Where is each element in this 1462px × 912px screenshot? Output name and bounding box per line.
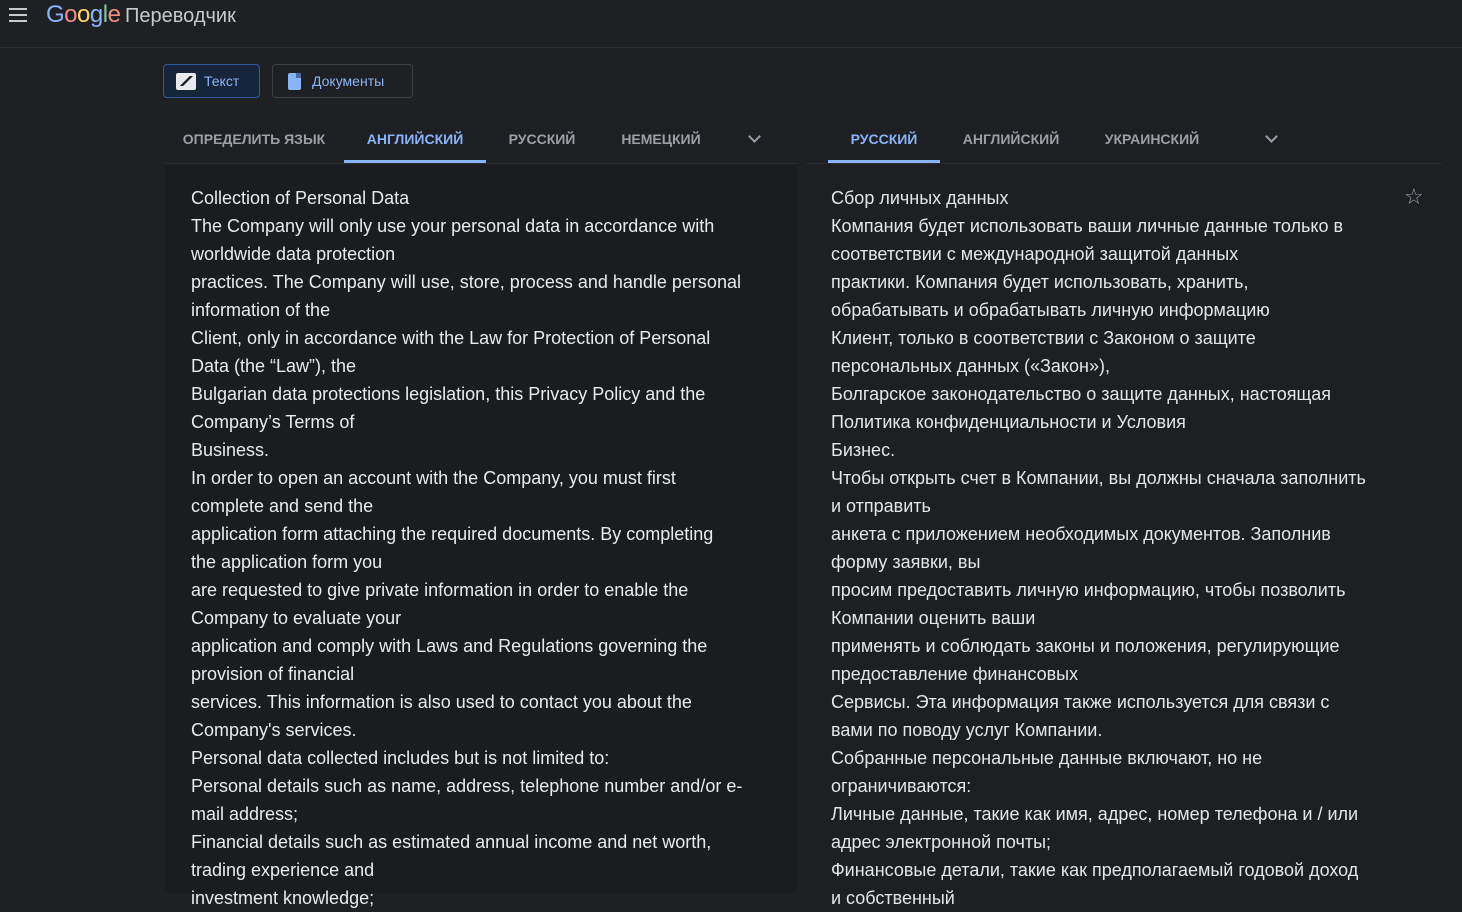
translated-text-line: Собранные персональные данные включают, …: [831, 748, 1263, 768]
source-text-line: trading experience and: [191, 860, 375, 880]
translated-text-line: Болгарское законодательство о защите дан…: [831, 384, 1332, 404]
chevron-down-icon[interactable]: [749, 132, 759, 142]
translated-text-line: Клиент, только в соответствии с Законом …: [831, 328, 1256, 348]
text-mode-button[interactable]: Текст: [163, 64, 260, 98]
document-icon: [288, 72, 301, 90]
translated-text-line: Политика конфиденциальности и Условия: [831, 412, 1186, 432]
source-text-line: investment knowledge;: [191, 888, 375, 908]
text-mode-label: Текст: [204, 73, 240, 89]
translated-text-line: Личные данные, такие как имя, адрес, ном…: [831, 804, 1359, 824]
source-text-line: provision of financial: [191, 664, 355, 684]
translated-text-line: Бизнес.: [831, 440, 896, 460]
translated-text-line: и собственный: [831, 888, 955, 908]
source-text-line: Company’s Terms of: [191, 412, 355, 432]
source-text-line: Company to evaluate your: [191, 608, 402, 628]
source-text-line: services. This information is also used …: [191, 692, 692, 712]
source-text-line: Business.: [191, 440, 270, 460]
translated-text-line: Компания будет использовать ваши личные …: [831, 216, 1344, 236]
translated-text-line: Компании оценить ваши: [831, 608, 1036, 628]
source-text-panel[interactable]: Collection of Personal Data The Company w…: [165, 164, 797, 908]
source-text-line: worldwide data protection: [191, 244, 396, 264]
translated-text-line: ограничиваются:: [831, 776, 972, 796]
source-text-line: Collection of Personal Data: [191, 188, 410, 208]
tab-target-ukrainian[interactable]: УКРАИНСКИЙ: [1082, 118, 1222, 163]
source-text-line: Company's services.: [191, 720, 357, 740]
source-text-line: In order to open an account with the Com…: [191, 468, 676, 488]
translated-text-line: анкета с приложением необходимых докумен…: [831, 524, 1331, 544]
target-language-bar: РУССКИЙ АНГЛИЙСКИЙ УКРАИНСКИЙ: [806, 118, 1442, 164]
source-text-line: complete and send the: [191, 496, 374, 516]
source-text-line: Personal details such as name, address, …: [191, 776, 743, 796]
star-outline-icon[interactable]: ☆: [1404, 186, 1426, 208]
source-text-line: Data (the “Law”), the: [191, 356, 357, 376]
source-text-line: the application form you: [191, 552, 383, 572]
translated-text-line: Сервисы. Эта информация также использует…: [831, 692, 1330, 712]
source-text-line: Financial details such as estimated annu…: [191, 832, 712, 852]
chevron-down-icon[interactable]: [1266, 132, 1276, 142]
tab-source-russian[interactable]: РУССКИЙ: [486, 118, 598, 163]
tab-detect-language[interactable]: ОПРЕДЕЛИТЬ ЯЗЫК: [165, 118, 343, 163]
translated-text-line: обрабатывать и обрабатывать личную инфор…: [831, 300, 1270, 320]
translated-text-line: просим предоставить личную информацию, ч…: [831, 580, 1346, 600]
tab-source-english[interactable]: АНГЛИЙСКИЙ: [344, 118, 486, 163]
tab-source-german[interactable]: НЕМЕЦКИЙ: [598, 118, 724, 163]
top-app-bar: Google Переводчик: [0, 0, 1462, 48]
source-language-bar: ОПРЕДЕЛИТЬ ЯЗЫК АНГЛИЙСКИЙ РУССКИЙ НЕМЕЦ…: [165, 118, 797, 164]
tab-target-russian[interactable]: РУССКИЙ: [828, 118, 940, 163]
source-text-line: application and comply with Laws and Reg…: [191, 636, 708, 656]
documents-mode-button[interactable]: Документы: [272, 64, 413, 98]
translated-text-line: персональных данных («Закон»),: [831, 356, 1110, 376]
translated-text-line: соответствии с международной защитой дан…: [831, 244, 1239, 264]
source-text-line: mail address;: [191, 804, 299, 824]
translated-text-line: вами по поводу услуг Компании.: [831, 720, 1103, 740]
translate-text-icon: [176, 72, 196, 90]
translated-text-line: предоставление финансовых: [831, 664, 1079, 684]
translated-text-line: Сбор личных данных: [831, 188, 1009, 208]
google-logo[interactable]: Google: [46, 1, 121, 29]
source-text-line: Client, only in accordance with the Law …: [191, 328, 711, 348]
tab-target-english[interactable]: АНГЛИЙСКИЙ: [940, 118, 1082, 163]
source-text-line: Personal data collected includes but is …: [191, 748, 610, 768]
source-text-line: information of the: [191, 300, 331, 320]
translation-panel: Сбор личных данных Компания будет использ…: [806, 164, 1442, 908]
translated-text-line: Чтобы открыть счет в Компании, вы должны…: [831, 468, 1366, 488]
translated-text-line: практики. Компания будет использовать, х…: [831, 272, 1249, 292]
translated-text-line: применять и соблюдать законы и положения…: [831, 636, 1340, 656]
translated-text-line: Финансовые детали, такие как предполагае…: [831, 860, 1359, 880]
source-text-line: The Company will only use your personal …: [191, 216, 715, 236]
app-title: Переводчик: [125, 5, 236, 27]
translated-text-line: и отправить: [831, 496, 931, 516]
documents-mode-label: Документы: [312, 73, 385, 89]
source-text-area[interactable]: Collection of Personal Data The Company w…: [191, 184, 771, 912]
hamburger-menu-icon[interactable]: [9, 8, 27, 22]
source-text-line: are requested to give private informatio…: [191, 580, 689, 600]
translated-text-line: адрес электронной почты;: [831, 832, 1052, 852]
translated-text-line: форму заявки, вы: [831, 552, 981, 572]
source-text-line: practices. The Company will use, store, …: [191, 272, 741, 292]
translation-output: Сбор личных данных Компания будет использ…: [831, 184, 1401, 912]
source-text-line: application form attaching the required …: [191, 524, 714, 544]
source-text-line: Bulgarian data protections legislation, …: [191, 384, 706, 404]
